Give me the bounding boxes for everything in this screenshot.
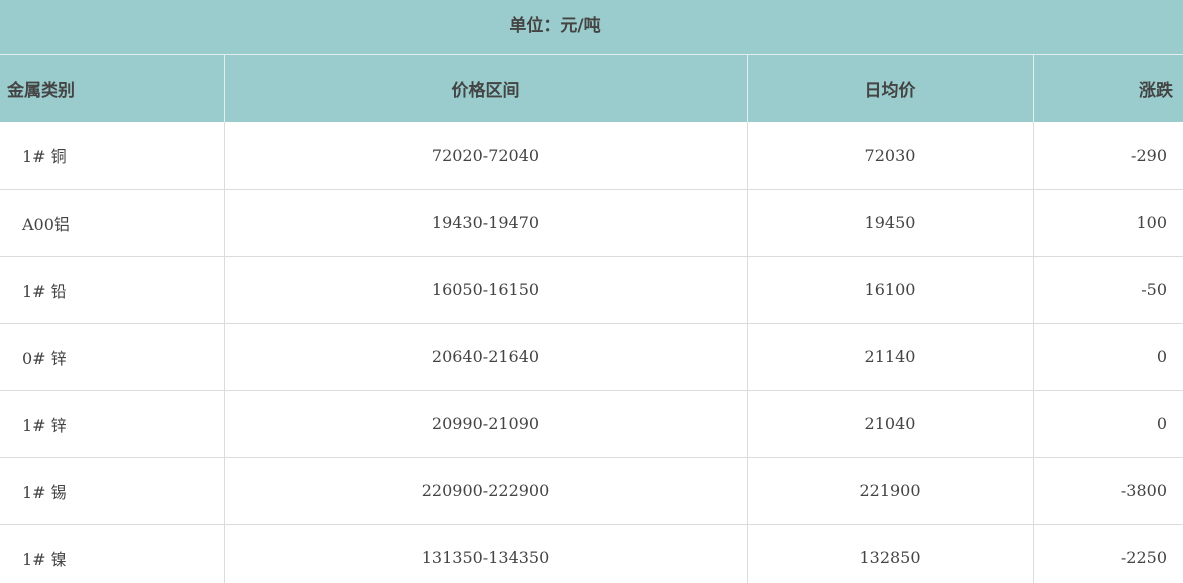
cell-metal-category: 0# 锌: [0, 323, 224, 391]
cell-daily-average: 221900: [746, 457, 1033, 525]
table-row: 0# 锌 20640-21640 21140 0: [0, 323, 1183, 391]
table-body: 1# 铜 72020-72040 72030 -290 A00铝 19430-19470 1…: [0, 122, 1183, 583]
cell-price-range: 19430-19470: [223, 189, 747, 257]
table-row: 1# 锌 20990-21090 21040 0: [0, 390, 1183, 458]
table-row: 1# 铜 72020-72040 72030 -290: [0, 122, 1183, 190]
cell-change: -2250: [1032, 524, 1183, 583]
cell-change: -50: [1032, 256, 1183, 324]
header-price-range: 价格区间: [223, 55, 747, 122]
table-row: 1# 锡 220900-222900 221900 -3800: [0, 457, 1183, 525]
metal-price-table: 金属类别 价格区间 日均价 涨跌 1# 铜 72020-72040 72030 -29…: [0, 55, 1183, 583]
cell-metal-category: 1# 铜: [0, 122, 224, 190]
unit-label: 单位：元/吨: [509, 16, 601, 36]
cell-daily-average: 72030: [746, 122, 1033, 190]
table-row: 1# 铅 16050-16150 16100 -50: [0, 256, 1183, 324]
header-daily-average: 日均价: [746, 55, 1033, 122]
cell-daily-average: 16100: [746, 256, 1033, 324]
cell-daily-average: 21040: [746, 390, 1033, 458]
table-row: 1# 镍 131350-134350 132850 -2250: [0, 524, 1183, 583]
cell-price-range: 20640-21640: [223, 323, 747, 391]
cell-change: 100: [1032, 189, 1183, 257]
cell-metal-category: 1# 铅: [0, 256, 224, 324]
table-header: 金属类别 价格区间 日均价 涨跌: [0, 55, 1183, 122]
cell-daily-average: 132850: [746, 524, 1033, 583]
table-row: A00铝 19430-19470 19450 100: [0, 189, 1183, 257]
cell-daily-average: 21140: [746, 323, 1033, 391]
cell-change: -290: [1032, 122, 1183, 190]
cell-metal-category: A00铝: [0, 189, 224, 257]
cell-price-range: 72020-72040: [223, 122, 747, 190]
cell-price-range: 16050-16150: [223, 256, 747, 324]
cell-metal-category: 1# 锡: [0, 457, 224, 525]
cell-change: 0: [1032, 323, 1183, 391]
unit-bar: 单位：元/吨: [0, 0, 1183, 55]
cell-price-range: 220900-222900: [223, 457, 747, 525]
cell-price-range: 20990-21090: [223, 390, 747, 458]
cell-daily-average: 19450: [746, 189, 1033, 257]
header-row: 金属类别 价格区间 日均价 涨跌: [0, 55, 1183, 122]
header-change: 涨跌: [1032, 55, 1183, 122]
price-table-panel: 单位：元/吨 金属类别 价格区间 日均价 涨跌 1# 铜 72020-72040 7…: [0, 0, 1183, 583]
header-metal-category: 金属类别: [0, 55, 224, 122]
cell-metal-category: 1# 镍: [0, 524, 224, 583]
cell-metal-category: 1# 锌: [0, 390, 224, 458]
cell-change: 0: [1032, 390, 1183, 458]
cell-price-range: 131350-134350: [223, 524, 747, 583]
cell-change: -3800: [1032, 457, 1183, 525]
